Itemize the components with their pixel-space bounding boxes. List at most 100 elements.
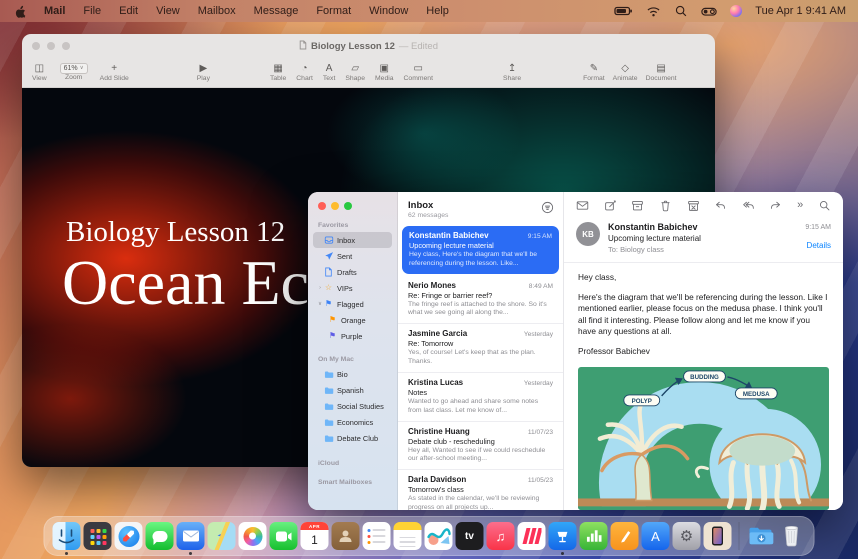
gear-icon: ⚙ bbox=[673, 522, 701, 550]
dock-keynote[interactable] bbox=[549, 522, 577, 550]
message-row[interactable]: Christine Huang11/07/23 Debate club - re… bbox=[398, 421, 563, 470]
sidebar-item-flag-purple[interactable]: ⚑ Purple bbox=[313, 328, 392, 344]
menu-file[interactable]: File bbox=[74, 5, 110, 17]
comment-button[interactable]: ▭Comment bbox=[404, 63, 433, 83]
dock-news[interactable] bbox=[518, 522, 546, 550]
dock-finder[interactable] bbox=[53, 522, 81, 550]
zoom-button[interactable] bbox=[344, 202, 352, 210]
minimize-button[interactable] bbox=[47, 42, 55, 50]
menu-message[interactable]: Message bbox=[245, 5, 308, 17]
message-row[interactable]: Jasmine GarciaYesterday Re: Tomorrow Yes… bbox=[398, 323, 563, 372]
forward-icon[interactable] bbox=[769, 199, 782, 212]
menu-view[interactable]: View bbox=[147, 5, 189, 17]
menu-window[interactable]: Window bbox=[360, 5, 417, 17]
dock-calendar[interactable]: APR1 bbox=[301, 522, 329, 550]
sidebar-folder-economics[interactable]: Economics bbox=[313, 414, 392, 430]
play-button[interactable]: ▶Play bbox=[197, 63, 210, 83]
control-center-icon[interactable] bbox=[701, 5, 717, 18]
view-button[interactable]: ◫View bbox=[32, 63, 47, 83]
filter-icon[interactable] bbox=[541, 201, 554, 214]
dock-messages[interactable] bbox=[146, 522, 174, 550]
table-button[interactable]: ▦Table bbox=[270, 63, 286, 83]
siri-icon[interactable] bbox=[730, 5, 742, 17]
details-link[interactable]: Details bbox=[805, 241, 831, 250]
close-button[interactable] bbox=[32, 42, 40, 50]
dock-music[interactable]: ♫ bbox=[487, 522, 515, 550]
dock-notes[interactable] bbox=[394, 522, 422, 550]
dock-mail[interactable] bbox=[177, 522, 205, 550]
dock-contacts[interactable] bbox=[332, 522, 360, 550]
dock-safari[interactable] bbox=[115, 522, 143, 550]
downloads-folder-icon bbox=[748, 525, 774, 547]
sidebar-folder-spanish[interactable]: Spanish bbox=[313, 382, 392, 398]
sidebar-item-flagged[interactable]: ∨ ⚑ Flagged bbox=[313, 296, 392, 312]
battery-icon[interactable] bbox=[614, 4, 633, 18]
icloud-section-label[interactable]: iCloud bbox=[318, 460, 387, 467]
news-stripes-icon bbox=[522, 526, 542, 546]
trash-icon[interactable] bbox=[659, 199, 672, 212]
minimize-button[interactable] bbox=[331, 202, 339, 210]
dock-photos[interactable] bbox=[239, 522, 267, 550]
message-row[interactable]: Kristina LucasYesterday Notes Wanted to … bbox=[398, 372, 563, 421]
dock-pages[interactable] bbox=[611, 522, 639, 550]
junk-icon[interactable] bbox=[687, 199, 700, 212]
message-row[interactable]: Nerio Mones8:49 AM Re: Fringe or barrier… bbox=[398, 276, 563, 324]
menu-mail[interactable]: Mail bbox=[35, 5, 74, 17]
menu-edit[interactable]: Edit bbox=[110, 5, 147, 17]
wifi-icon[interactable] bbox=[646, 5, 661, 18]
dock-system-settings[interactable]: ⚙ bbox=[673, 522, 701, 550]
dock-maps[interactable] bbox=[208, 522, 236, 550]
archive-icon[interactable] bbox=[631, 199, 644, 212]
more-icon[interactable]: » bbox=[797, 199, 803, 212]
dock-freeform[interactable] bbox=[425, 522, 453, 550]
dock-trash[interactable] bbox=[778, 522, 806, 550]
media-button[interactable]: ▣Media bbox=[375, 63, 394, 83]
shape-button[interactable]: ▱Shape bbox=[345, 63, 365, 83]
dock-downloads[interactable] bbox=[747, 522, 775, 550]
dock-facetime[interactable] bbox=[270, 522, 298, 550]
menu-help[interactable]: Help bbox=[417, 5, 458, 17]
menu-format[interactable]: Format bbox=[307, 5, 360, 17]
spotlight-icon[interactable] bbox=[674, 4, 688, 18]
animate-button[interactable]: ◇Animate bbox=[613, 63, 638, 83]
sidebar-folder-debate-club[interactable]: Debate Club bbox=[313, 430, 392, 446]
sender-name: Konstantin Babichev bbox=[608, 222, 805, 232]
reply-all-icon[interactable] bbox=[742, 199, 755, 212]
format-button[interactable]: ✎Format bbox=[583, 63, 605, 83]
message-count: 62 messages bbox=[408, 212, 553, 219]
message-row[interactable]: Darla Davidson11/05/23 Tomorrow's class … bbox=[398, 469, 563, 510]
add-slide-icon: + bbox=[111, 63, 117, 75]
media-icon: ▣ bbox=[380, 63, 389, 75]
dock-apple-tv[interactable]: tv bbox=[456, 522, 484, 550]
dock-iphone-mirroring[interactable] bbox=[704, 522, 732, 550]
sidebar-folder-social-studies[interactable]: Social Studies bbox=[313, 398, 392, 414]
smart-mailboxes-section-label[interactable]: Smart Mailboxes bbox=[318, 479, 387, 486]
share-button[interactable]: ↥Share bbox=[503, 63, 521, 83]
zoom-button[interactable] bbox=[62, 42, 70, 50]
sidebar-item-flag-orange[interactable]: ⚑ Orange bbox=[313, 312, 392, 328]
sidebar-item-inbox[interactable]: Inbox bbox=[313, 232, 392, 248]
add-slide-button[interactable]: +Add Slide bbox=[100, 63, 129, 83]
menu-mailbox[interactable]: Mailbox bbox=[189, 5, 245, 17]
document-button[interactable]: ▤Document bbox=[646, 63, 677, 83]
dock-reminders[interactable] bbox=[363, 522, 391, 550]
zoom-control[interactable]: 61%∨Zoom bbox=[60, 63, 88, 82]
text-button[interactable]: AText bbox=[323, 63, 335, 83]
dock-numbers[interactable] bbox=[580, 522, 608, 550]
sidebar-folder-bio[interactable]: Bio bbox=[313, 366, 392, 382]
sidebar-item-vips[interactable]: › ☆ VIPs bbox=[313, 280, 392, 296]
compose-icon[interactable] bbox=[604, 199, 617, 212]
sidebar-item-sent[interactable]: Sent bbox=[313, 248, 392, 264]
get-mail-icon[interactable] bbox=[576, 199, 589, 212]
chart-button[interactable]: ◔Chart bbox=[296, 63, 313, 83]
dock-launchpad[interactable] bbox=[84, 522, 112, 550]
folder-icon bbox=[323, 402, 334, 411]
reply-icon[interactable] bbox=[714, 199, 727, 212]
sidebar-item-drafts[interactable]: Drafts bbox=[313, 264, 392, 280]
dock-app-store[interactable]: A bbox=[642, 522, 670, 550]
apple-menu[interactable] bbox=[12, 4, 35, 18]
close-button[interactable] bbox=[318, 202, 326, 210]
search-icon[interactable] bbox=[818, 199, 831, 212]
menu-bar-clock[interactable]: Tue Apr 1 9:41 AM bbox=[755, 5, 846, 17]
message-row[interactable]: Konstantin Babichev9:15 AM Upcoming lect… bbox=[402, 226, 559, 274]
